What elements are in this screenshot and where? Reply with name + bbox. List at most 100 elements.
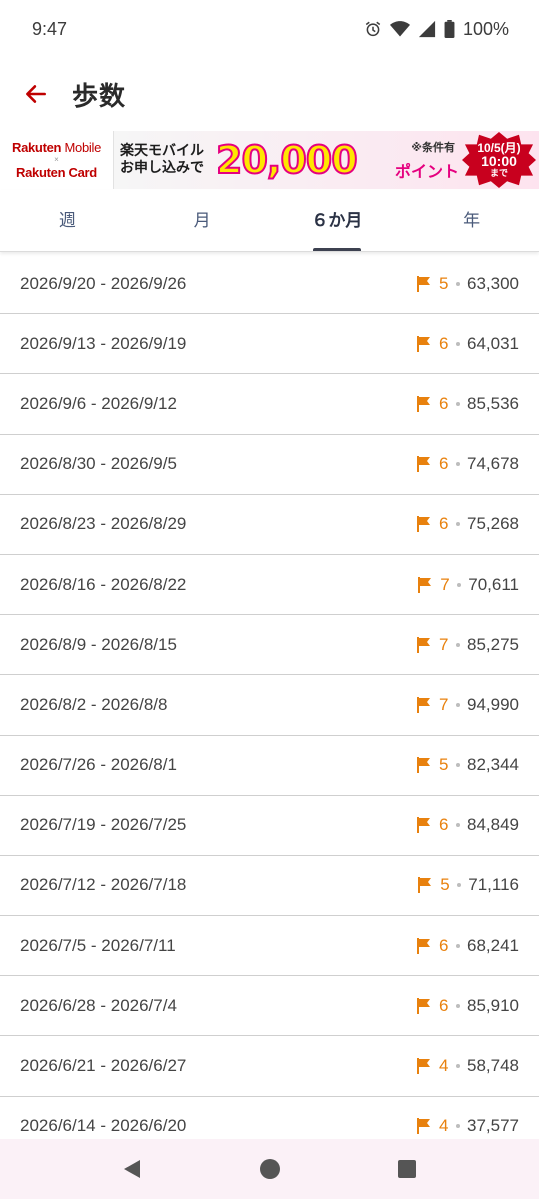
separator-dot bbox=[457, 883, 462, 888]
list-item[interactable]: 2026/6/21 - 2026/6/27 4 58,748 bbox=[0, 1036, 539, 1097]
tab-week[interactable]: 週 bbox=[0, 190, 135, 251]
list-item[interactable]: 2026/9/6 - 2026/9/12 6 85,536 bbox=[0, 374, 539, 435]
flag-icon bbox=[417, 395, 430, 412]
separator-dot bbox=[456, 341, 460, 346]
list-item[interactable]: 2026/8/30 - 2026/9/5 6 74,678 bbox=[0, 435, 539, 495]
row-date: 2026/7/26 - 2026/8/1 bbox=[20, 755, 177, 775]
back-button[interactable] bbox=[0, 62, 72, 126]
goal-count: 7 bbox=[439, 694, 449, 714]
tab-six-months[interactable]: ６か月 bbox=[270, 190, 405, 251]
banner-text: 楽天モバイルお申し込みで bbox=[120, 143, 204, 176]
row-date: 2026/6/14 - 2026/6/20 bbox=[20, 1116, 187, 1136]
weekly-steps-list: 2026/9/20 - 2026/9/26 5 63,300 2026/9/13… bbox=[0, 254, 539, 1157]
separator-dot bbox=[456, 943, 460, 948]
step-total: 70,611 bbox=[468, 574, 519, 594]
row-date: 2026/9/6 - 2026/9/12 bbox=[20, 393, 177, 413]
status-icons: 100% bbox=[364, 19, 509, 40]
wifi-icon bbox=[389, 21, 410, 37]
step-total: 63,300 bbox=[467, 273, 519, 293]
flag-icon bbox=[417, 757, 430, 774]
period-tabs: 週 月 ６か月 年 bbox=[0, 190, 539, 252]
row-date: 2026/8/16 - 2026/8/22 bbox=[20, 574, 187, 594]
flag-icon bbox=[417, 937, 430, 954]
list-item[interactable]: 2026/8/16 - 2026/8/22 7 70,611 bbox=[0, 555, 539, 616]
flag-icon bbox=[417, 1058, 430, 1075]
list-item[interactable]: 2026/6/28 - 2026/7/4 6 85,910 bbox=[0, 976, 539, 1037]
nav-recents-button[interactable] bbox=[393, 1155, 421, 1183]
step-total: 85,536 bbox=[467, 393, 519, 413]
goal-count: 4 bbox=[439, 1056, 449, 1076]
arrow-left-icon bbox=[26, 85, 46, 103]
badge-until: まで bbox=[489, 167, 508, 178]
list-item[interactable]: 2026/8/2 - 2026/8/8 7 94,990 bbox=[0, 675, 539, 736]
row-date: 2026/6/28 - 2026/7/4 bbox=[20, 995, 177, 1015]
goal-count: 5 bbox=[439, 273, 449, 293]
goal-count: 4 bbox=[439, 1116, 449, 1136]
list-item[interactable]: 2026/9/20 - 2026/9/26 5 63,300 bbox=[0, 254, 539, 315]
step-total: 84,849 bbox=[467, 815, 519, 835]
list-item[interactable]: 2026/7/12 - 2026/7/18 5 71,116 bbox=[0, 856, 539, 917]
goal-count: 6 bbox=[439, 393, 449, 413]
brand-rakuten-card: Rakuten Card bbox=[16, 165, 97, 180]
brand-separator: × bbox=[54, 155, 59, 164]
flag-icon bbox=[417, 817, 430, 834]
row-date: 2026/8/9 - 2026/8/15 bbox=[20, 634, 177, 654]
separator-dot bbox=[456, 1003, 460, 1008]
row-date: 2026/6/21 - 2026/6/27 bbox=[20, 1056, 187, 1076]
list-item[interactable]: 2026/8/23 - 2026/8/29 6 75,268 bbox=[0, 495, 539, 555]
goal-count: 6 bbox=[439, 333, 449, 353]
flag-icon bbox=[417, 275, 430, 292]
tab-year[interactable]: 年 bbox=[404, 190, 539, 251]
goal-count: 6 bbox=[439, 815, 449, 835]
goal-count: 6 bbox=[439, 935, 449, 955]
separator-dot bbox=[456, 401, 460, 406]
banner-condition: ※条件有 bbox=[411, 141, 455, 154]
flag-icon bbox=[417, 516, 430, 533]
status-bar: 9:47 100% bbox=[0, 0, 539, 58]
signal-icon bbox=[418, 20, 436, 38]
flag-icon bbox=[417, 335, 430, 352]
badge-time: 10:00 bbox=[481, 153, 517, 170]
page-title: 歩数 bbox=[72, 81, 127, 112]
banner-brand: Rakuten Mobile × Rakuten Card bbox=[0, 131, 114, 189]
goal-count: 5 bbox=[440, 875, 450, 895]
row-date: 2026/7/19 - 2026/7/25 bbox=[20, 815, 187, 835]
banner-point: ポイント bbox=[394, 162, 459, 181]
list-item[interactable]: 2026/9/13 - 2026/9/19 6 64,031 bbox=[0, 314, 539, 375]
nav-back-button[interactable] bbox=[118, 1155, 146, 1183]
step-total: 85,910 bbox=[467, 995, 519, 1015]
separator-dot bbox=[456, 763, 460, 768]
goal-count: 7 bbox=[439, 634, 449, 654]
list-item[interactable]: 2026/7/19 - 2026/7/25 6 84,849 bbox=[0, 796, 539, 856]
separator-dot bbox=[456, 462, 460, 467]
separator-dot bbox=[457, 582, 462, 587]
step-total: 94,990 bbox=[467, 694, 519, 714]
row-date: 2026/7/12 - 2026/7/18 bbox=[20, 875, 187, 895]
banner-amount: 20,000 bbox=[215, 137, 359, 183]
tab-month[interactable]: 月 bbox=[135, 190, 270, 251]
brand-rakuten-mobile: Rakuten Mobile bbox=[11, 140, 101, 155]
flag-icon bbox=[417, 456, 430, 473]
nav-home-button[interactable] bbox=[256, 1155, 284, 1183]
promo-banner[interactable]: Rakuten Mobile × Rakuten Card 楽天モバイルお申し込… bbox=[0, 131, 539, 189]
flag-icon bbox=[417, 1118, 430, 1135]
separator-dot bbox=[456, 702, 460, 707]
step-total: 64,031 bbox=[467, 333, 519, 353]
square-recents-icon bbox=[398, 1160, 416, 1178]
separator-dot bbox=[456, 522, 460, 527]
flag-icon bbox=[417, 997, 430, 1014]
step-total: 58,748 bbox=[467, 1056, 519, 1076]
list-item[interactable]: 2026/7/26 - 2026/8/1 5 82,344 bbox=[0, 736, 539, 796]
battery-percent: 100% bbox=[462, 18, 509, 39]
alarm-icon bbox=[365, 21, 381, 37]
goal-count: 7 bbox=[440, 574, 450, 594]
separator-dot bbox=[456, 281, 460, 286]
flag-icon bbox=[418, 576, 432, 593]
goal-count: 6 bbox=[439, 514, 449, 534]
row-date: 2026/9/13 - 2026/9/19 bbox=[20, 333, 187, 353]
list-item[interactable]: 2026/8/9 - 2026/8/15 7 85,275 bbox=[0, 615, 539, 676]
banner-content: 楽天モバイルお申し込みで 20,000 ※条件有 ポイント 10/5(月) 10… bbox=[114, 131, 539, 189]
flag-icon bbox=[417, 696, 430, 713]
list-item[interactable]: 2026/7/5 - 2026/7/11 6 68,241 bbox=[0, 916, 539, 977]
separator-dot bbox=[456, 823, 460, 828]
